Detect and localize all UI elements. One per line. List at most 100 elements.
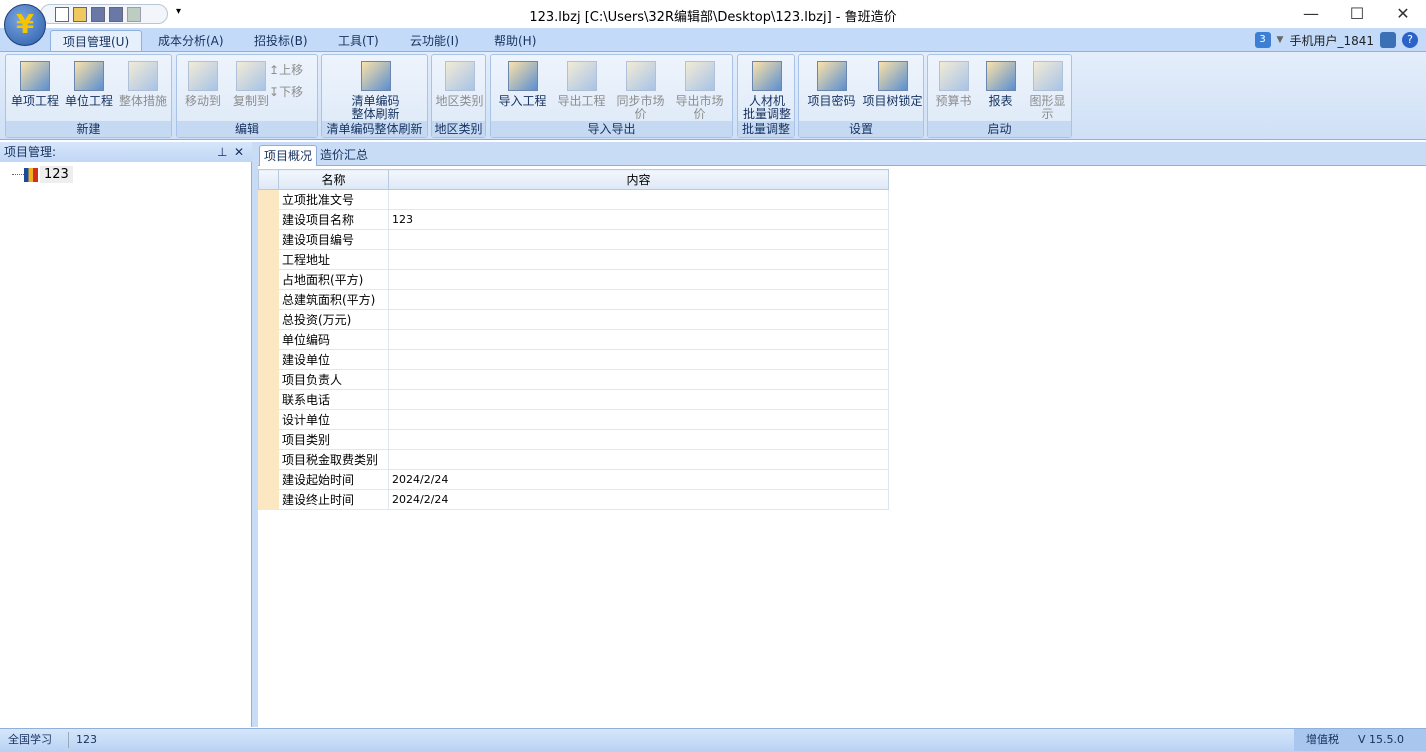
ribbon-button[interactable]: 导入工程 [493, 61, 552, 108]
row-indicator[interactable] [258, 409, 279, 430]
row-indicator[interactable] [258, 489, 279, 510]
ribbon-small-button[interactable]: ↧下移 [269, 83, 303, 100]
ribbon-button[interactable]: 移动到 [179, 61, 227, 108]
ribbon-group: 预算书 报表 图形显示 启动 [927, 54, 1072, 138]
row-indicator[interactable] [258, 469, 279, 490]
ribbon-button[interactable]: 复制到 [227, 61, 275, 108]
table-row[interactable]: 项目类别 [258, 429, 889, 450]
table-row[interactable]: 设计单位 [258, 409, 889, 430]
table-row[interactable]: 总建筑面积(平方) [258, 289, 889, 310]
table-row[interactable]: 联系电话 [258, 389, 889, 410]
cloud-icon[interactable]: 3 [1254, 32, 1271, 48]
field-value[interactable] [388, 389, 889, 410]
ribbon-button[interactable]: 清单编码 整体刷新 [324, 61, 427, 121]
field-value[interactable]: 2024/2/24 [388, 489, 889, 510]
dropdown-icon[interactable]: ▼ [1277, 35, 1284, 45]
tab-cost-summary[interactable]: 造价汇总 [316, 145, 372, 166]
table-row[interactable]: 工程地址 [258, 249, 889, 270]
save-as-icon[interactable] [109, 6, 123, 22]
field-value[interactable] [388, 329, 889, 350]
field-value[interactable] [388, 349, 889, 370]
field-value[interactable]: 123 [388, 209, 889, 230]
table-row[interactable]: 项目税金取费类别 [258, 449, 889, 470]
help-icon[interactable]: ? [1402, 32, 1418, 48]
user-name[interactable]: 手机用户_1841 [1289, 32, 1374, 49]
field-value[interactable] [388, 309, 889, 330]
row-indicator[interactable] [258, 289, 279, 310]
app-menu-button[interactable]: ¥ [4, 4, 46, 46]
qq-icon[interactable] [1380, 32, 1396, 48]
column-header-content[interactable]: 内容 [388, 169, 889, 190]
table-row[interactable]: 建设起始时间 2024/2/24 [258, 469, 889, 490]
ribbon-button[interactable]: 人材机 批量调整 [740, 61, 794, 121]
row-indicator[interactable] [258, 349, 279, 370]
close-button[interactable]: ✕ [1380, 0, 1426, 28]
field-value[interactable] [388, 409, 889, 430]
field-value[interactable] [388, 289, 889, 310]
close-panel-icon[interactable]: ✕ [234, 142, 244, 162]
save-icon[interactable] [91, 6, 105, 22]
customize-qat-icon[interactable]: ▾ [176, 6, 181, 17]
ribbon-button[interactable]: 地区类别 [434, 61, 485, 108]
new-file-icon[interactable] [55, 6, 69, 22]
menu-tab-cloud[interactable]: 云功能(I) [398, 30, 471, 52]
open-folder-icon[interactable] [73, 6, 87, 22]
field-value[interactable] [388, 269, 889, 290]
ribbon-small-button[interactable]: ↥上移 [269, 61, 303, 78]
pin-icon[interactable]: ⊥ [217, 142, 227, 162]
table-row[interactable]: 立项批准文号 [258, 189, 889, 210]
minimize-button[interactable]: — [1288, 0, 1334, 28]
table-row[interactable]: 建设终止时间 2024/2/24 [258, 489, 889, 510]
table-row[interactable]: 单位编码 [258, 329, 889, 350]
ribbon-button[interactable]: 图形显示 [1024, 61, 1071, 121]
row-indicator[interactable] [258, 429, 279, 450]
tab-project-overview[interactable]: 项目概况 [259, 145, 318, 166]
row-indicator[interactable] [258, 229, 279, 250]
menu-tab-cost[interactable]: 成本分析(A) [146, 30, 236, 52]
column-header-name[interactable]: 名称 [278, 169, 389, 190]
tool-icon[interactable] [127, 6, 141, 22]
table-row[interactable]: 总投资(万元) [258, 309, 889, 330]
menu-tab-tools[interactable]: 工具(T) [326, 30, 391, 52]
row-indicator[interactable] [258, 209, 279, 230]
row-indicator[interactable] [258, 369, 279, 390]
arrow-icon: ↥ [269, 63, 280, 77]
row-indicator[interactable] [258, 249, 279, 270]
field-value[interactable] [388, 429, 889, 450]
row-indicator[interactable] [258, 449, 279, 470]
table-row[interactable]: 建设单位 [258, 349, 889, 370]
ribbon-button[interactable]: 导出市场价 [670, 61, 729, 121]
table-row[interactable]: 占地面积(平方) [258, 269, 889, 290]
ribbon-button[interactable]: 报表 [977, 61, 1024, 108]
row-indicator[interactable] [258, 389, 279, 410]
ribbon-button[interactable]: 整体措施 [116, 61, 170, 108]
field-name: 项目类别 [278, 429, 389, 450]
menu-tab-bidding[interactable]: 招投标(B) [242, 30, 320, 52]
menu-tab-project[interactable]: 项目管理(U) [50, 30, 143, 52]
field-name: 建设终止时间 [278, 489, 389, 510]
field-value[interactable] [388, 229, 889, 250]
table-row[interactable]: 建设项目编号 [258, 229, 889, 250]
ribbon-button[interactable]: 导出工程 [552, 61, 611, 108]
field-value[interactable]: 2024/2/24 [388, 469, 889, 490]
table-row[interactable]: 建设项目名称 123 [258, 209, 889, 230]
row-indicator[interactable] [258, 309, 279, 330]
row-indicator[interactable] [258, 329, 279, 350]
tree-item[interactable]: 123 [12, 166, 73, 183]
ribbon-button[interactable]: 项目树锁定 [862, 61, 923, 108]
field-value[interactable] [388, 189, 889, 210]
ribbon-button[interactable]: 同步市场价 [611, 61, 670, 121]
ribbon-button[interactable]: 项目密码 [801, 61, 862, 108]
maximize-button[interactable]: ☐ [1334, 0, 1380, 28]
ribbon-button[interactable]: 预算书 [930, 61, 977, 108]
menu-tab-help[interactable]: 帮助(H) [482, 30, 548, 52]
ribbon-button[interactable]: 单项工程 [8, 61, 62, 108]
field-value[interactable] [388, 369, 889, 390]
row-indicator[interactable] [258, 269, 279, 290]
table-row[interactable]: 项目负责人 [258, 369, 889, 390]
row-indicator[interactable] [258, 189, 279, 210]
ribbon-button-label: 导出工程 [557, 94, 606, 108]
field-value[interactable] [388, 249, 889, 270]
ribbon-button[interactable]: 单位工程 [62, 61, 116, 108]
field-value[interactable] [388, 449, 889, 470]
